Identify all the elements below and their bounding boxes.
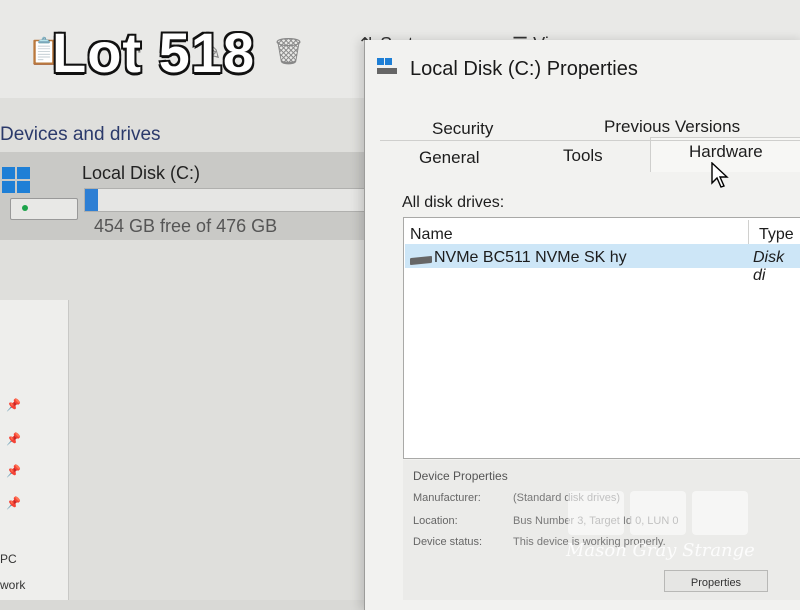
drive-row-type: Disk di	[753, 249, 785, 284]
tab-previous-versions[interactable]: Previous Versions	[604, 117, 740, 137]
mouse-cursor-icon	[711, 162, 729, 188]
dialog-title: Local Disk (C:) Properties	[410, 58, 638, 80]
tab-tools[interactable]: Tools	[563, 146, 603, 166]
windows-logo-icon	[2, 167, 30, 193]
section-title-devices: Devices and drives	[0, 124, 161, 145]
tab-row-divider	[380, 140, 800, 141]
watermark-text: Mason Gray Strange	[566, 540, 755, 561]
drive-name: Local Disk (C:)	[82, 163, 201, 183]
properties-button[interactable]: Properties	[664, 570, 768, 592]
mgs-watermark-logo	[568, 491, 748, 535]
drive-free-space: 454 GB free of 476 GB	[94, 216, 278, 236]
location-label: Location:	[413, 515, 458, 527]
nav-item-this-pc[interactable]: PC	[0, 552, 17, 566]
pin-icon[interactable]: 📌	[6, 464, 21, 478]
tab-hardware[interactable]: Hardware	[689, 142, 763, 162]
pin-icon[interactable]: 📌	[6, 398, 21, 412]
nav-item-network[interactable]: work	[0, 578, 25, 592]
tab-security[interactable]: Security	[432, 119, 493, 139]
pin-icon[interactable]: 📌	[6, 432, 21, 446]
column-separator[interactable]	[748, 220, 749, 244]
drive-title-icon	[377, 58, 397, 74]
drive-row-name: NVMe BC511 NVMe SK hy	[434, 249, 627, 266]
lot-number-overlay: Lot 518	[52, 21, 256, 84]
column-header-name[interactable]: Name	[410, 226, 453, 244]
drive-usage-bar	[84, 188, 372, 212]
navigation-pane: 📌 📌 📌 📌 PC work	[0, 300, 69, 600]
device-status-label: Device status:	[413, 536, 483, 548]
all-disk-drives-label: All disk drives:	[402, 194, 505, 211]
manufacturer-label: Manufacturer:	[413, 492, 481, 504]
drive-activity-led	[22, 205, 28, 211]
tab-general[interactable]: General	[419, 148, 479, 168]
drive-usage-fill	[85, 189, 99, 211]
clipboard-icon[interactable]: 📋	[28, 34, 60, 68]
pin-icon[interactable]: 📌	[6, 496, 21, 510]
column-header-type[interactable]: Type	[759, 226, 794, 244]
hard-drive-icon	[10, 198, 78, 220]
trash-icon[interactable]: 🗑	[272, 34, 305, 68]
device-properties-title: Device Properties	[413, 469, 508, 483]
